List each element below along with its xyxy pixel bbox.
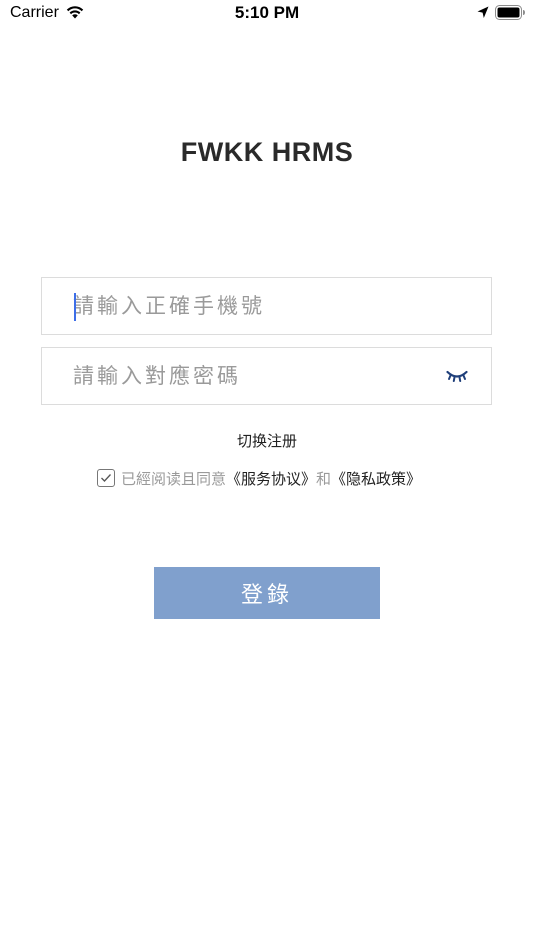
login-button[interactable]: 登錄 [154, 567, 380, 619]
status-bar: Carrier 5:10 PM [0, 0, 534, 30]
checkmark-icon [101, 474, 111, 482]
switch-register-link[interactable]: 切换注册 [0, 430, 534, 451]
service-agreement-link[interactable]: 《服务协议》 [226, 468, 316, 489]
privacy-policy-link[interactable]: 《隐私政策》 [331, 468, 421, 489]
app-title: FWKK HRMS [180, 137, 354, 167]
agreement-prefix: 已經阅读且同意 [121, 469, 227, 488]
agreement-checkbox[interactable] [97, 469, 115, 487]
login-screen: Carrier 5:10 PM FWKK HRMS 切换注册 [0, 0, 534, 950]
battery-icon [495, 5, 525, 20]
agreement-conjunction: 和 [316, 469, 332, 488]
location-icon [477, 6, 489, 18]
text-caret [74, 293, 76, 321]
password-field[interactable] [41, 347, 492, 405]
agreement-row: 已經阅读且同意 《服务协议》 和 《隐私政策》 [97, 467, 421, 489]
password-input[interactable] [73, 348, 453, 404]
phone-input[interactable] [73, 278, 453, 334]
status-time: 5:10 PM [234, 3, 300, 22]
eye-closed-icon[interactable] [446, 367, 468, 385]
phone-field[interactable] [41, 277, 492, 335]
